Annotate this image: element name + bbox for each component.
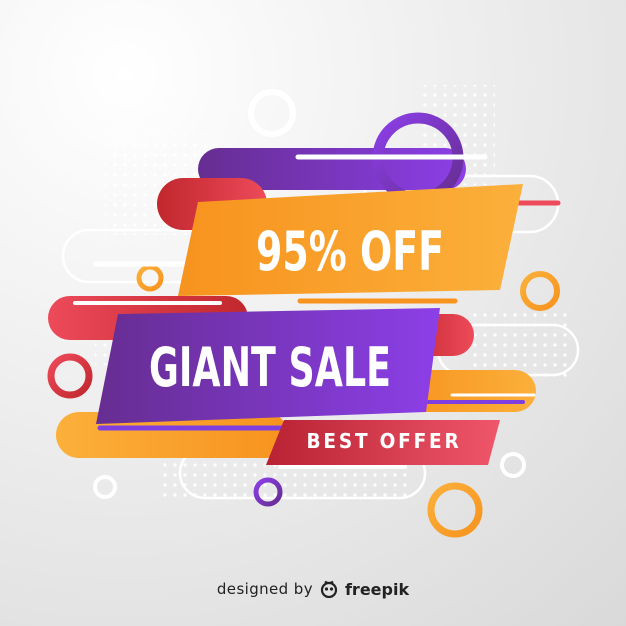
subtitle-text: BEST OFFER [307,429,462,453]
title-text: GIANT SALE [149,336,391,399]
freepik-logo-icon [319,580,339,598]
orange-ring-small-left [136,264,164,292]
white-ring-bottom-left [93,475,117,499]
orange-ring-bottom-right [427,482,483,538]
sale-banner-canvas: 95% OFF GIANT SALE BEST OFFER [47,85,580,538]
discount-text: 95% OFF [256,220,444,283]
white-ring-right [500,452,526,478]
dot-pattern-right [470,310,570,380]
credit-line: designed by freepik [0,575,626,603]
orange-ring-right [520,271,560,311]
credit-brand: freepik [344,579,410,599]
red-ring-left [47,353,93,399]
discount-banner: 95% OFF [178,184,523,296]
credit-prefix: designed by [216,580,313,598]
subtitle-banner: BEST OFFER [266,420,500,465]
title-banner: GIANT SALE [96,308,440,424]
white-ring-top [248,89,296,137]
